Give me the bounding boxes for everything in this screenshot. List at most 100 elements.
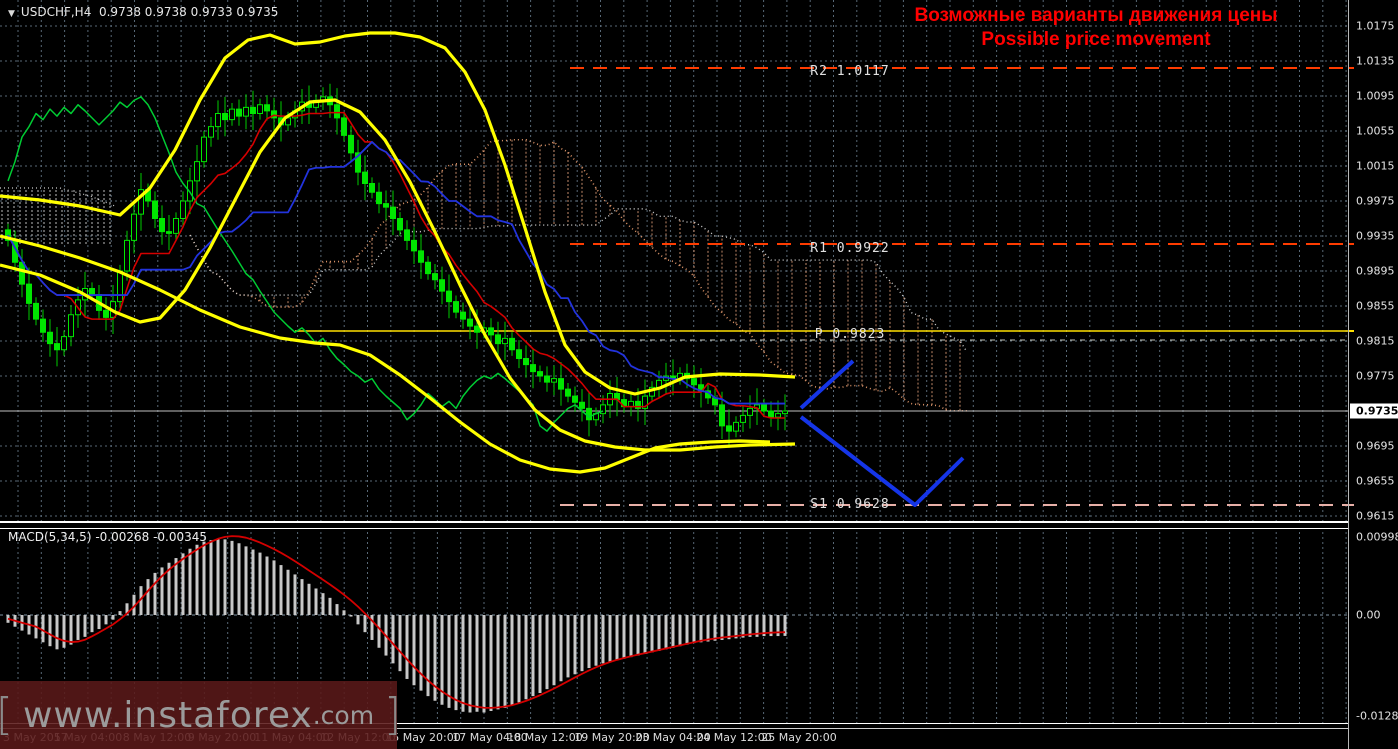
candle-body [153,201,158,219]
candle-body [195,162,200,181]
price-axis-label: 1.0055 [1356,125,1395,138]
watermark-bracket-right: ] [384,693,401,737]
time-axis-label: 18 May 12:00 [507,731,582,744]
candle-body [559,379,564,390]
price-axis-label: 0.9895 [1356,265,1395,278]
candle-body [27,284,32,303]
candle-body [34,303,39,319]
price-movement-annotation: Возможные варианты движения цены Possibl… [856,4,1336,52]
trading-terminal-screen: ▼USDCHF,H4 0.9738 0.9738 0.9733 0.9735 В… [0,0,1398,749]
candle-body [349,135,354,153]
candle-body [720,405,725,426]
price-axis-label: 0.9615 [1356,510,1395,523]
price-axis-label: 1.0175 [1356,20,1395,33]
chart-title-bar: ▼USDCHF,H4 0.9738 0.9738 0.9733 0.9735 [8,5,278,19]
candle-body [125,240,130,271]
candle-body [510,338,515,349]
candle-body [55,344,60,350]
candle-body [174,219,179,234]
candle-body [216,114,221,127]
macd-indicator-label: MACD(5,34,5) -0.00268 -0.00345 [8,530,207,544]
candle-body [447,291,452,302]
bollinger-upper-band [0,33,795,394]
candle-body [489,328,494,335]
watermark-text: www.instaforex [23,695,313,736]
candle-body [454,302,459,313]
price-axis-label: 0.9815 [1356,335,1395,348]
candle-body [244,107,249,116]
candle-body [265,105,270,111]
projection-down-line [801,417,963,505]
price-axis-label: 0.9855 [1356,300,1395,313]
candle-body [692,379,697,385]
candle-body [167,232,172,234]
candle-body [468,319,473,326]
candle-body [69,315,74,337]
candle-body [503,338,508,343]
candle-body [426,262,431,273]
candle-body [538,372,543,376]
candle-body [398,219,403,230]
watermark-suffix: .com [313,701,374,730]
time-axis-label: 25 May 20:00 [761,731,836,744]
candle-body [48,332,53,343]
symbol-label: USDCHF,H4 [21,5,91,19]
candle-body [209,127,214,138]
price-axis-label: 0.9975 [1356,195,1395,208]
candle-body [391,207,396,218]
candle-body [496,335,501,344]
candle-body [734,422,739,431]
candle-body [62,337,67,350]
candle-body [181,201,186,219]
candle-body [587,408,592,419]
price-axis-label: 1.0095 [1356,90,1395,103]
ichimoku-cloud [190,140,967,411]
candle-body [370,184,375,193]
candle-body [405,230,410,241]
candle-body [251,107,256,113]
macd-axis-label: 0.00998 [1356,531,1398,544]
projection-up-line [801,361,853,408]
candle-body [202,137,207,162]
pivot-label-p[interactable]: P 0.9823 [760,327,940,342]
candle-body [104,310,109,317]
candle-body [237,109,242,116]
candle-body [118,271,123,302]
candle-body [419,251,424,262]
candle-body [342,118,347,136]
candle-body [461,312,466,319]
price-axis-label: 0.9655 [1356,475,1395,488]
panel-separator[interactable] [0,522,1348,529]
candle-body [160,219,165,232]
price-chart-canvas[interactable] [0,0,1348,524]
candle-body [433,274,438,280]
candle-body [762,405,767,411]
candle-body [769,411,774,417]
candle-body [335,105,340,118]
candle-body [90,289,95,295]
candle-body [258,105,263,114]
candle-body [748,408,753,415]
pivot-label-r2[interactable]: R2 1.0117 [760,64,940,79]
senkou-span-a [190,140,967,411]
price-axis-label: 1.0135 [1356,55,1395,68]
candle-body [132,214,137,240]
candle-body [727,426,732,431]
axis-level-tick [1349,504,1354,506]
annotation-line-en: Possible price movement [856,28,1336,52]
pivot-label-r1[interactable]: R1 0.9922 [760,241,940,256]
candle-body [20,262,25,284]
price-axis-label: 0.9695 [1356,440,1395,453]
symbol-dropdown-icon[interactable]: ▼ [8,9,15,19]
candle-body [545,376,550,382]
candle-body [573,396,578,402]
candle-body [384,204,389,208]
macd-axis-label: 0.00 [1356,609,1381,622]
pivot-label-s1[interactable]: S1 0.9628 [760,497,940,512]
current-price-tag: 0.9735 [1350,404,1398,419]
price-axis[interactable]: 1.01751.01351.00951.00551.00150.99750.99… [1348,0,1398,749]
candle-body [223,114,228,120]
candle-body [440,280,445,291]
candle-body [783,411,788,414]
price-axis-label: 0.9935 [1356,230,1395,243]
